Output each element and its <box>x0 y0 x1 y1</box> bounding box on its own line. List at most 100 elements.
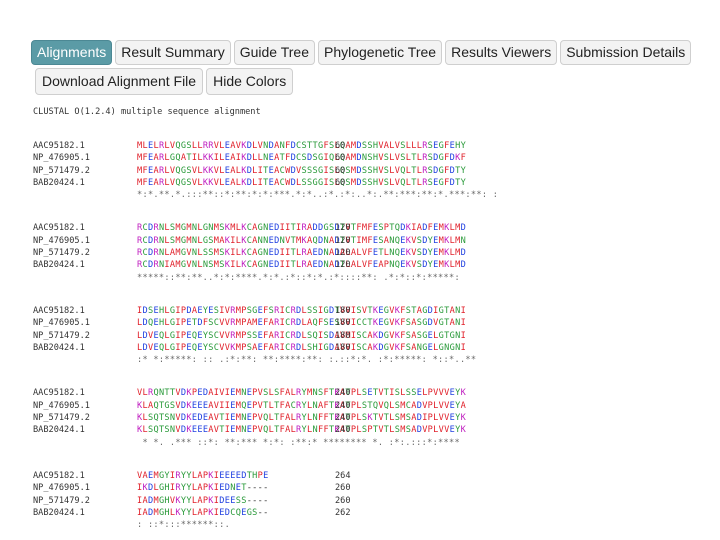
sequence-position: 60 <box>335 165 346 176</box>
sequence-row: NP_476905.1 LDQEHLGIPETDFSCVVRMPAMEFARICR… <box>33 317 467 329</box>
sequence-name: NP_571479.2 <box>33 413 90 424</box>
tab-submission-details[interactable]: Submission Details <box>560 40 692 65</box>
sequence-row: AAC95182.1 VAEMGYIRYYLAPKIEEEEDTHPE 264 <box>33 470 351 482</box>
sequence-row: NP_476905.1 MFEARLGQATILKKILEAIKDLLNEATFD… <box>33 152 466 164</box>
sequence-row: BAB20424.1 LDVEQLGIPEQEYSCVVKMPSAEFARICRD… <box>33 342 467 354</box>
consensus-row: : ::*:::******::. <box>33 519 351 531</box>
consensus-spacer <box>33 354 137 366</box>
sequence-row: NP_476905.1 IKDLGHIRYYLAPKIEDNET---- 260 <box>33 482 351 494</box>
sequence-residues: MFEARLVQGSVLKKVLEALKDLITEACWDLSSGGISLQSM… <box>137 177 467 188</box>
consensus-row: *:*.**.*.:::**::*:**:*:*:***.*:*..:*.:*:… <box>33 189 499 201</box>
sequence-row: BAB20424.1 RCDRNIAMGVNLNSMSKILKCAGNEDIITL… <box>33 259 467 271</box>
sequence-name: NP_476905.1 <box>33 153 90 164</box>
sequence-row: AAC95182.1 IDSEHLGIPDAEYESIVRMPSGEFSRICRD… <box>33 305 467 317</box>
consensus-row: *****::**:**..*:*:****.*:*.:*::*:*.:*:::… <box>33 272 460 284</box>
sequence-position: 260 <box>335 483 351 494</box>
sequence-residues: KLSQTSNVDKEEEAVTIEMNEPVQLTFALRYLNFFTKATP… <box>137 425 467 436</box>
tab-result-summary[interactable]: Result Summary <box>115 40 231 65</box>
sequence-residues: IADMGHVKYYLAPKIDEESS---- <box>137 495 269 506</box>
sequence-position: 262 <box>335 507 351 518</box>
sequence-name: NP_571479.2 <box>33 495 90 506</box>
sequence-row: NP_571479.2 LDVEQLGIPEQEYSCVVRMPSSEFARICR… <box>33 330 467 342</box>
sequence-row: NP_476905.1 RCDRNLSMGMNLGSMAKILKCANNEDNVT… <box>33 235 467 247</box>
sequence-residues: RCDRNLSMGMNLGSMAKILKCANNEDNVTMKAQDNADTVT… <box>137 235 467 246</box>
sequence-position: 180 <box>335 342 351 353</box>
sequence-name: AAC95182.1 <box>33 305 85 316</box>
alignment-block: AAC95182.1 VLRQNTTVDKPEDAIVIEMNEPVSLSFALR… <box>33 387 467 449</box>
sequence-row: AAC95182.1 RCDRNLSMGMNLGNMSKMLKCAGNEDIITI… <box>33 222 467 234</box>
sequence-residues: MFEARLVQGSVLKKVLEALKDLITEACWDVSSSGISLQSM… <box>137 165 467 176</box>
sequence-residues: LDVEQLGIPEQEYSCVVKMPSAEFARICRDLSHIGDAVVI… <box>137 342 467 353</box>
download-alignment-button[interactable]: Download Alignment File <box>35 68 204 95</box>
tab-results-viewers[interactable]: Results Viewers <box>445 40 558 65</box>
consensus-symbols: * *. .*** ::*: **:*** *:*: :**:* *******… <box>137 437 460 448</box>
consensus-row: :* *:*****: :: .:*:**: **:****:**: :.::*… <box>33 354 476 366</box>
sequence-residues: IDSEHLGIPDAEYESIVRMPSGEFSRICRDLSSIGDTVVI… <box>137 305 467 316</box>
sequence-residues: LDQEHLGIPETDFSCVVRMPAMEFARICRDLAQFSESVVI… <box>137 318 467 329</box>
alignment-block: AAC95182.1 RCDRNLSMGMNLGNMSKMLKCAGNEDIITI… <box>33 222 467 284</box>
sequence-residues: MLELRLVQGSLLRRVLEAVKDLVNDANFDCSTTGFSLQAM… <box>137 141 467 151</box>
sequence-residues: KLAQTGSVDKEEEAVIIEMQEPVTLTFACRYLNAFTKATP… <box>137 400 467 411</box>
sequence-residues: LDVEQLGIPEQEYSCVVRMPSSEFARICRDLSQISDAVMI… <box>137 330 467 341</box>
consensus-symbols: *****::**:**..*:*:****.*:*.:*::*:*.:*:::… <box>137 272 460 283</box>
sequence-position: 260 <box>335 495 351 506</box>
sequence-name: AAC95182.1 <box>33 388 85 399</box>
sequence-name: AAC95182.1 <box>33 141 85 151</box>
sequence-residues: IADMGHLKYYLAPKIEDCQEGS-- <box>137 507 269 518</box>
consensus-spacer <box>33 189 137 201</box>
sequence-residues: RCDRNLSMGMNLGNMSKMLKCAGNEDIITIRADDGSDTVT… <box>137 223 467 234</box>
sequence-row: NP_476905.1 KLAQTGSVDKEEEAVIIEMQEPVTLTFAC… <box>33 400 467 412</box>
sequence-name: AAC95182.1 <box>33 470 85 481</box>
sequence-row: NP_571479.2 KLSQTSNVDKEDEAVTIEMNEPVQLTFAL… <box>33 412 467 424</box>
consensus-symbols: : ::*:::******::. <box>137 520 231 531</box>
sequence-row: NP_571479.2 MFEARLVQGSVLKKVLEALKDLITEACWD… <box>33 165 467 177</box>
sequence-residues: KLSQTSNVDKEDEAVTIEMNEPVQLTFALRYLNFFTKATP… <box>137 413 467 424</box>
sequence-position: 180 <box>335 305 351 316</box>
tab-guide-tree[interactable]: Guide Tree <box>233 40 315 65</box>
consensus-symbols: *:*.**.*.:::**::*:**:*:*:***.*:*..:*.:*:… <box>137 190 499 201</box>
sequence-row: NP_571479.2 IADMGHVKYYLAPKIDEESS---- 260 <box>33 495 351 507</box>
sequence-name: NP_476905.1 <box>33 318 90 329</box>
alignment-view: CLUSTAL O(1.2.4) multiple sequence align… <box>33 106 499 531</box>
sequence-residues: RCDRNIAMGVNLNSMSKILKCAGNEDIITLRAEDNADTLA… <box>137 260 467 271</box>
sequence-position: 120 <box>335 248 351 259</box>
sequence-row: NP_571479.2 RCDRNLAMGVNLSSMSKILKCAGNEDIIT… <box>33 247 467 259</box>
sequence-residues: VLRQNTTVDKPEDAIVIEMNEPVSLSFALRYMNSFTKATP… <box>137 388 467 399</box>
tab-phylogenetic-tree[interactable]: Phylogenetic Tree <box>318 40 443 65</box>
sequence-name: NP_571479.2 <box>33 165 90 176</box>
alignment-actions: Download Alignment File Hide Colors <box>35 68 294 95</box>
sequence-name: NP_571479.2 <box>33 330 90 341</box>
sequence-name: AAC95182.1 <box>33 223 85 234</box>
alignment-block: AAC95182.1 VAEMGYIRYYLAPKIEEEEDTHPE 264 NP_… <box>33 470 351 531</box>
sequence-position: 60 <box>335 177 346 188</box>
consensus-spacer <box>33 437 137 449</box>
sequence-row: BAB20424.1 IADMGHLKYYLAPKIEDCQEGS-- 262 <box>33 507 351 519</box>
sequence-row: AAC95182.1 MLELRLVQGSLLRRVLEAVKDLVNDANFDC… <box>33 140 467 152</box>
sequence-name: BAB20424.1 <box>33 342 85 353</box>
consensus-spacer <box>33 272 137 284</box>
sequence-residues: VAEMGYIRYYLAPKIEEEEDTHPE <box>137 470 269 481</box>
sequence-name: BAB20424.1 <box>33 507 85 518</box>
tab-alignments[interactable]: Alignments <box>31 40 113 65</box>
sequence-position: 240 <box>335 388 351 399</box>
sequence-row: AAC95182.1 VLRQNTTVDKPEDAIVIEMNEPVSLSFALR… <box>33 387 467 399</box>
sequence-position: 180 <box>335 330 351 341</box>
hide-colors-button[interactable]: Hide Colors <box>206 68 294 95</box>
sequence-position: 120 <box>335 235 351 246</box>
alignment-block: AAC95182.1 IDSEHLGIPDAEYESIVRMPSGEFSRICRD… <box>33 305 476 366</box>
sequence-position: 180 <box>335 318 351 329</box>
alignment-header: CLUSTAL O(1.2.4) multiple sequence align… <box>33 107 261 117</box>
sequence-position: 240 <box>335 400 351 411</box>
sequence-residues: IKDLGHIRYYLAPKIEDNET---- <box>137 483 269 494</box>
sequence-position: 60 <box>335 153 346 164</box>
sequence-name: BAB20424.1 <box>33 425 85 436</box>
sequence-name: NP_476905.1 <box>33 235 90 246</box>
sequence-name: NP_476905.1 <box>33 400 90 411</box>
sequence-name: BAB20424.1 <box>33 260 85 271</box>
sequence-position: 240 <box>335 425 351 436</box>
sequence-name: BAB20424.1 <box>33 177 85 188</box>
sequence-position: 240 <box>335 413 351 424</box>
sequence-name: NP_571479.2 <box>33 248 90 259</box>
sequence-residues: RCDRNLAMGVNLSSMSKILKCAGNEDIITLRAEDNADALA… <box>137 248 467 259</box>
sequence-position: 60 <box>335 141 346 151</box>
